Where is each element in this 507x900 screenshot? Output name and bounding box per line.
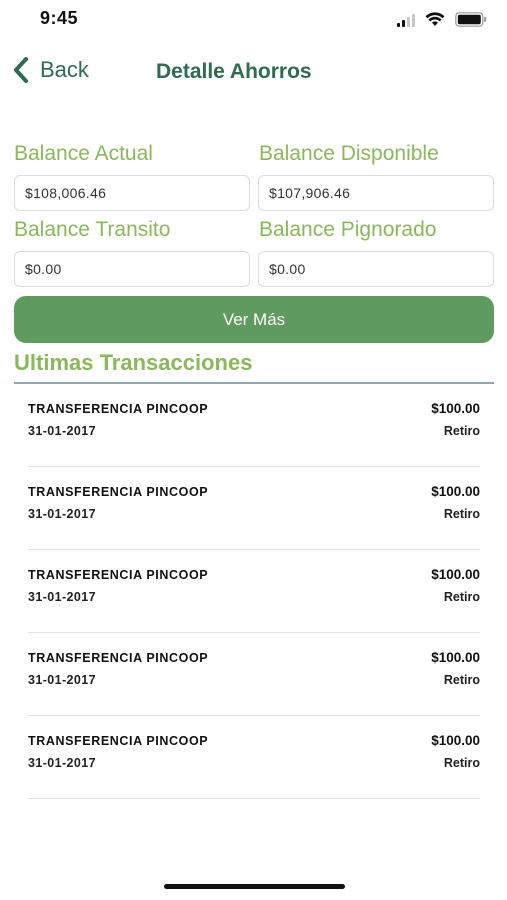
transaction-type: Retiro xyxy=(443,590,480,604)
transaction-type: Retiro xyxy=(443,507,480,521)
transaction-row[interactable]: TRANSFERENCIA PINCOOP 31-01-2017 $100.00… xyxy=(28,550,480,633)
balance-actual-field: $108,006.46 xyxy=(14,175,250,211)
transaction-row[interactable]: TRANSFERENCIA PINCOOP 31-01-2017 $100.00… xyxy=(28,384,480,467)
balance-disponible-field: $107,906.46 xyxy=(258,175,494,211)
transaction-type: Retiro xyxy=(443,673,480,687)
transaction-row[interactable]: TRANSFERENCIA PINCOOP 31-01-2017 $100.00… xyxy=(28,467,480,550)
back-label: Back xyxy=(40,57,89,82)
transactions-title: Ultimas Transacciones xyxy=(14,350,253,375)
transactions-list: TRANSFERENCIA PINCOOP 31-01-2017 $100.00… xyxy=(28,384,480,799)
transaction-amount: $100.00 xyxy=(431,567,480,582)
transaction-amount: $100.00 xyxy=(431,650,480,665)
transaction-title: TRANSFERENCIA PINCOOP xyxy=(28,402,209,416)
balance-disponible-label: Balance Disponible xyxy=(259,142,439,165)
transaction-date: 31-01-2017 xyxy=(28,756,96,770)
nav-bar: Back Detalle Ahorros xyxy=(0,50,507,96)
transaction-type: Retiro xyxy=(443,424,480,438)
transaction-type: Retiro xyxy=(443,756,480,770)
transaction-row[interactable]: TRANSFERENCIA PINCOOP 31-01-2017 $100.00… xyxy=(28,633,480,716)
transaction-title: TRANSFERENCIA PINCOOP xyxy=(28,651,209,665)
status-bar: 9:45 xyxy=(0,0,507,40)
transaction-date: 31-01-2017 xyxy=(28,507,96,521)
battery-icon xyxy=(455,12,487,27)
transaction-date: 31-01-2017 xyxy=(28,590,96,604)
transaction-amount: $100.00 xyxy=(431,484,480,499)
home-indicator xyxy=(164,884,345,889)
transaction-title: TRANSFERENCIA PINCOOP xyxy=(28,734,209,748)
status-time: 9:45 xyxy=(40,8,79,28)
chevron-left-icon xyxy=(14,57,28,83)
back-button[interactable]: Back xyxy=(12,56,89,84)
transaction-date: 31-01-2017 xyxy=(28,424,96,438)
transaction-date: 31-01-2017 xyxy=(28,673,96,687)
status-icons xyxy=(397,12,487,27)
wifi-icon xyxy=(425,12,445,26)
transaction-title: TRANSFERENCIA PINCOOP xyxy=(28,568,209,582)
balance-actual-label: Balance Actual xyxy=(14,142,153,165)
signal-icon xyxy=(397,13,415,27)
transaction-amount: $100.00 xyxy=(431,733,480,748)
transaction-title: TRANSFERENCIA PINCOOP xyxy=(28,485,209,499)
balance-transito-field: $0.00 xyxy=(14,251,250,287)
balance-pignorado-field: $0.00 xyxy=(258,251,494,287)
balance-transito-label: Balance Transito xyxy=(14,218,171,241)
balance-pignorado-label: Balance Pignorado xyxy=(259,218,437,241)
ver-mas-button[interactable]: Ver Más xyxy=(14,296,494,343)
page-title: Detalle Ahorros xyxy=(156,60,312,83)
transaction-row[interactable]: TRANSFERENCIA PINCOOP 31-01-2017 $100.00… xyxy=(28,716,480,799)
transaction-amount: $100.00 xyxy=(431,401,480,416)
